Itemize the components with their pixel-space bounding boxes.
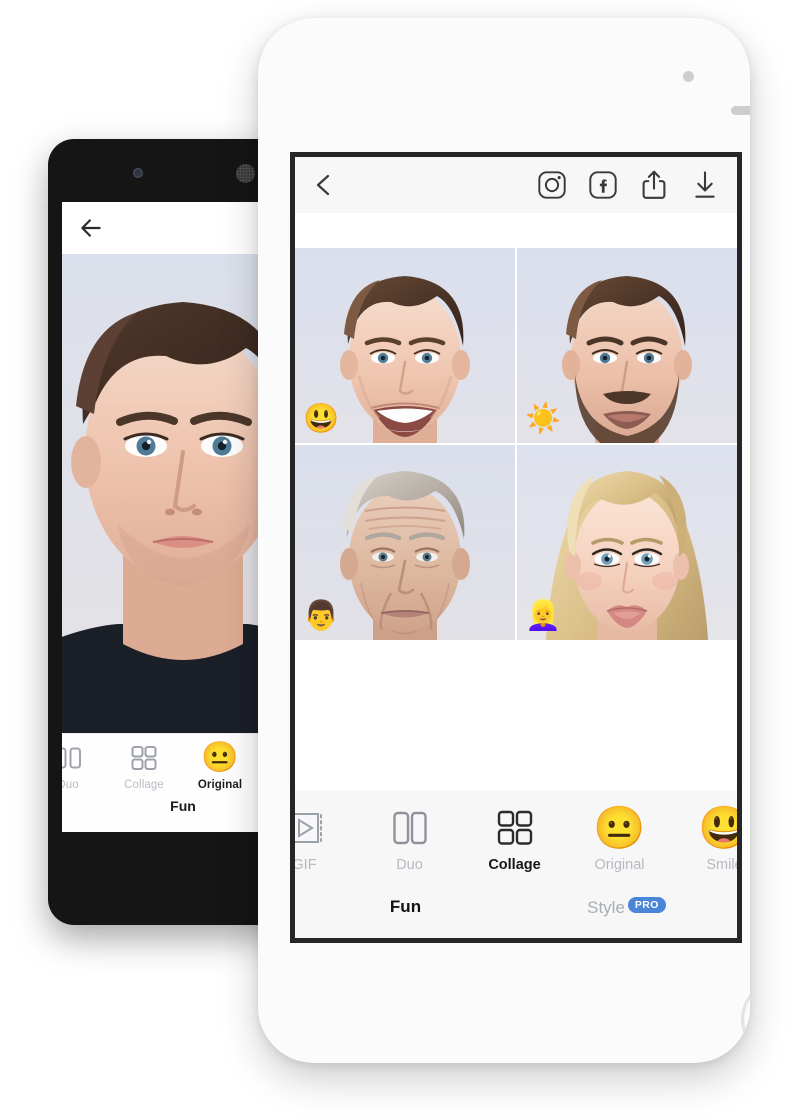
- filter-mode-original[interactable]: 😐 Original: [567, 804, 672, 873]
- facebook-icon[interactable]: [588, 170, 618, 200]
- duo-split-icon: [62, 741, 106, 775]
- app-bottom-toolbar: GIF Duo Collage 😐 Original Smile Fun Sty…: [295, 790, 737, 938]
- iphone-home-button[interactable]: [741, 981, 750, 1057]
- gif-play-icon: [295, 804, 357, 852]
- filter-mode-gif[interactable]: GIF: [292, 804, 357, 873]
- neutral-face-emoji: 😐: [593, 804, 646, 851]
- blonde-woman-emoji: 👱‍♀️: [525, 600, 562, 632]
- android-filter-original[interactable]: 😐 Original: [182, 741, 258, 791]
- android-phone-mockup: Duo Collage: [48, 139, 293, 925]
- grinning-face-emoji: 😃: [303, 403, 340, 435]
- grinning-face-emoji: 😃: [672, 804, 737, 852]
- app-top-bar: [295, 157, 737, 213]
- filter-mode-list[interactable]: GIF Duo Collage 😐 Original Smile: [295, 790, 737, 882]
- collage-grid: 😃: [295, 248, 737, 640]
- collage-cell-bottom-left[interactable]: 👨: [295, 445, 515, 640]
- collage-cell-top-right[interactable]: ☀️: [517, 248, 737, 443]
- collage-grid-icon: [462, 804, 567, 852]
- android-filter-collage-label: Collage: [124, 779, 164, 791]
- screenshot-stage: Duo Collage: [0, 0, 807, 1120]
- android-filter-duo-label: Duo: [62, 779, 79, 791]
- android-earpiece-speaker: [236, 164, 255, 183]
- android-tab-fun[interactable]: Fun: [170, 798, 196, 814]
- collage-canvas: 😃: [295, 213, 737, 675]
- android-filter-original-label: Original: [197, 779, 243, 791]
- category-tab-row[interactable]: Fun Style PRO: [295, 882, 737, 932]
- share-upload-icon[interactable]: [639, 170, 669, 200]
- filter-mode-smile[interactable]: 😃 Smile: [672, 804, 742, 873]
- back-arrow-icon[interactable]: [78, 215, 104, 241]
- tab-style-label: Style: [587, 897, 625, 917]
- duo-split-icon: [357, 804, 462, 852]
- tab-fun[interactable]: Fun: [295, 897, 516, 917]
- filter-mode-smile-label: Smile: [706, 857, 742, 873]
- iphone-front-camera: [683, 71, 694, 82]
- neutral-face-emoji: 😐: [201, 741, 239, 774]
- chevron-left-icon[interactable]: [312, 172, 336, 198]
- collage-cell-top-left[interactable]: 😃: [295, 248, 515, 443]
- pro-badge: PRO: [627, 896, 666, 913]
- filter-mode-duo[interactable]: Duo: [357, 804, 462, 873]
- collage-cell-bottom-right[interactable]: 👱‍♀️: [517, 445, 737, 640]
- filter-mode-collage[interactable]: Collage: [462, 804, 567, 873]
- filter-mode-duo-label: Duo: [396, 857, 423, 873]
- android-filter-collage[interactable]: Collage: [106, 741, 182, 791]
- filter-mode-original-label: Original: [594, 857, 645, 873]
- filter-mode-collage-label: Collage: [488, 857, 541, 873]
- filter-mode-gif-label: GIF: [292, 857, 317, 873]
- instagram-icon[interactable]: [537, 170, 567, 200]
- android-filter-duo[interactable]: Duo: [62, 741, 106, 791]
- download-icon[interactable]: [690, 170, 720, 200]
- tab-style[interactable]: Style PRO: [516, 896, 737, 918]
- iphone-screen: 😃: [290, 152, 742, 943]
- android-front-camera: [133, 168, 143, 178]
- iphone-earpiece-speaker: [731, 106, 750, 115]
- collage-grid-icon: [106, 741, 182, 775]
- man-emoji: 👨: [303, 600, 340, 632]
- sun-emoji: ☀️: [525, 403, 562, 435]
